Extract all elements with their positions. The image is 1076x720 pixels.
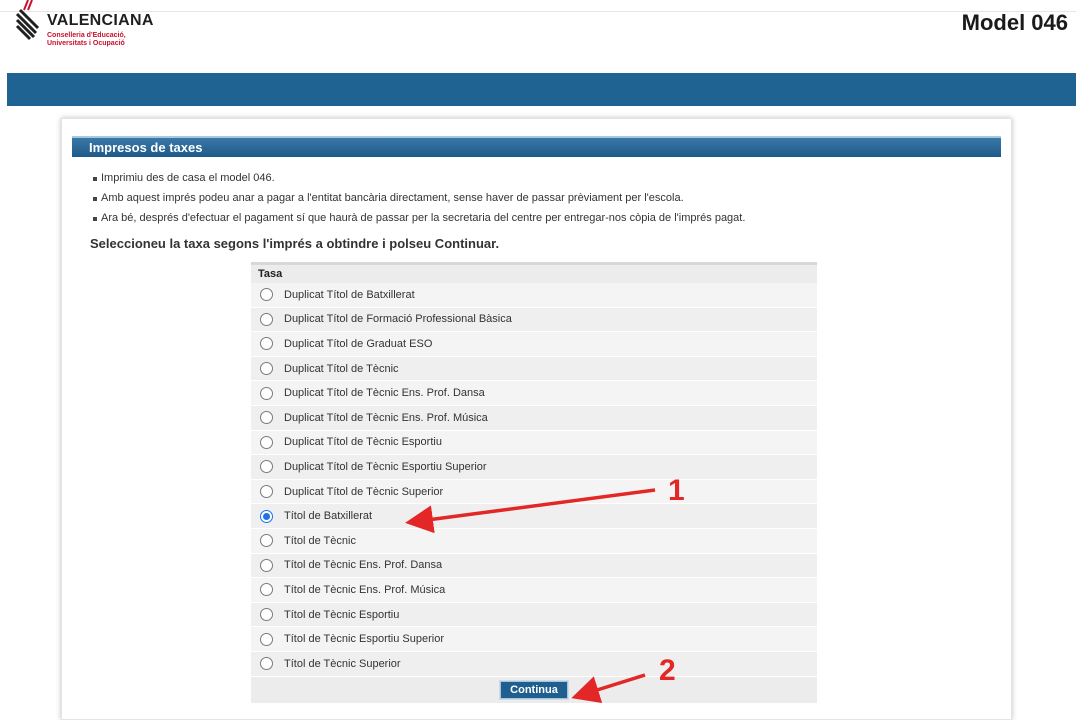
tasa-option-row[interactable]: Duplicat Títol de Tècnic Esportiu Superi… bbox=[251, 455, 817, 480]
radio-icon[interactable] bbox=[260, 558, 273, 572]
blue-banner bbox=[7, 73, 1076, 106]
logo-subtitle: Conselleria d'Educació, Universitats i O… bbox=[47, 32, 126, 48]
button-row: Continua bbox=[251, 676, 817, 703]
radio-icon[interactable] bbox=[260, 583, 273, 597]
radio-icon[interactable] bbox=[260, 337, 273, 351]
logo-subtitle-line1: Conselleria d'Educació, bbox=[47, 32, 126, 39]
tasa-option-label: Duplicat Títol de Tècnic Ens. Prof. Dans… bbox=[284, 387, 485, 400]
tasa-table: Tasa Duplicat Títol de Batxillerat Duplic… bbox=[251, 262, 817, 703]
tasa-option-row[interactable]: Duplicat Títol de Tècnic Esportiu bbox=[251, 430, 817, 456]
logo-name: VALENCIANA bbox=[47, 12, 154, 29]
model-title: Model 046 bbox=[961, 10, 1068, 35]
tasa-option-label: Títol de Tècnic Ens. Prof. Música bbox=[284, 583, 446, 596]
tasa-option-label: Títol de Tècnic Superior bbox=[284, 657, 401, 670]
site-header: VALENCIANA Conselleria d'Educació, Unive… bbox=[0, 0, 1076, 74]
tasa-option-row[interactable]: Duplicat Títol de Graduat ESO bbox=[251, 332, 817, 357]
radio-icon[interactable] bbox=[260, 362, 273, 376]
tasa-option-label: Duplicat Títol de Tècnic Esportiu Superi… bbox=[284, 460, 487, 473]
tasa-option-row[interactable]: Duplicat Títol de Tècnic Ens. Prof. Dans… bbox=[251, 381, 817, 406]
info-item: Ara bé, després d'efectuar el pagament s… bbox=[93, 208, 745, 228]
tasa-option-label: Duplicat Títol de Tècnic Superior bbox=[284, 485, 444, 498]
tasa-option-label: Títol de Batxillerat bbox=[284, 510, 373, 523]
panel-title: Impresos de taxes bbox=[89, 140, 203, 155]
radio-selected-icon[interactable] bbox=[260, 509, 273, 523]
tasa-option-row[interactable]: Títol de Tècnic Esportiu bbox=[251, 602, 817, 628]
tasa-option-row[interactable]: Títol de Tècnic Esportiu Superior bbox=[251, 627, 817, 652]
radio-icon[interactable] bbox=[260, 657, 273, 671]
gva-logo-icon bbox=[15, 0, 40, 41]
continua-button[interactable]: Continua bbox=[500, 680, 568, 699]
info-list: Imprimiu des de casa el model 046. Amb a… bbox=[93, 168, 745, 228]
tasa-option-label: Títol de Tècnic Esportiu Superior bbox=[284, 633, 444, 646]
radio-icon[interactable] bbox=[260, 534, 273, 548]
radio-icon[interactable] bbox=[260, 460, 273, 474]
instruction-text: Seleccioneu la taxa segons l'imprés a ob… bbox=[90, 236, 500, 251]
tasa-option-label: Duplicat Títol de Formació Professional … bbox=[284, 313, 512, 326]
gva-logo[interactable]: VALENCIANA Conselleria d'Educació, Unive… bbox=[14, 0, 214, 70]
tasa-option-label: Títol de Tècnic Ens. Prof. Dansa bbox=[284, 559, 443, 572]
radio-icon[interactable] bbox=[260, 435, 273, 449]
radio-icon[interactable] bbox=[260, 608, 273, 622]
radio-icon[interactable] bbox=[260, 632, 273, 646]
tasa-option-row[interactable]: Títol de Tècnic Ens. Prof. Música bbox=[251, 578, 817, 603]
radio-icon[interactable] bbox=[260, 386, 273, 400]
tasa-option-row[interactable]: Duplicat Títol de Formació Professional … bbox=[251, 307, 817, 333]
tasa-option-label: Duplicat Títol de Tècnic bbox=[284, 362, 399, 375]
info-item: Imprimiu des de casa el model 046. bbox=[93, 168, 745, 188]
panel-header: Impresos de taxes bbox=[72, 136, 1001, 157]
radio-icon[interactable] bbox=[260, 288, 273, 302]
tasa-option-row[interactable]: Duplicat Títol de Tècnic bbox=[251, 356, 817, 382]
tasa-option-label: Duplicat Títol de Tècnic Esportiu bbox=[284, 436, 442, 449]
tasa-option-label: Duplicat Títol de Tècnic Ens. Prof. Músi… bbox=[284, 411, 488, 424]
tasa-option-row[interactable]: Títol de Tècnic Superior bbox=[251, 651, 817, 677]
tasa-option-row[interactable]: Duplicat Títol de Tècnic Ens. Prof. Músi… bbox=[251, 405, 817, 431]
tasa-option-row[interactable]: Títol de Batxillerat bbox=[251, 504, 817, 529]
radio-icon[interactable] bbox=[260, 485, 273, 499]
logo-subtitle-line2: Universitats i Ocupació bbox=[47, 40, 125, 47]
tasa-option-label: Títol de Tècnic bbox=[284, 534, 356, 547]
radio-icon[interactable] bbox=[260, 312, 273, 326]
tasa-option-row[interactable]: Duplicat Títol de Batxillerat bbox=[251, 283, 817, 308]
table-header: Tasa bbox=[251, 265, 817, 283]
tasa-option-row[interactable]: Títol de Tècnic bbox=[251, 528, 817, 554]
radio-icon[interactable] bbox=[260, 411, 273, 425]
tasa-options: Duplicat Títol de Batxillerat Duplicat Tí… bbox=[251, 283, 817, 677]
tasa-option-row[interactable]: Títol de Tècnic Ens. Prof. Dansa bbox=[251, 553, 817, 579]
tasa-option-row[interactable]: Duplicat Títol de Tècnic Superior bbox=[251, 479, 817, 505]
taxes-panel: Impresos de taxes Imprimiu des de casa e… bbox=[61, 118, 1012, 720]
info-item: Amb aquest imprés podeu anar a pagar a l… bbox=[93, 188, 745, 208]
tasa-option-label: Duplicat Títol de Batxillerat bbox=[284, 288, 415, 301]
tasa-option-label: Títol de Tècnic Esportiu bbox=[284, 608, 400, 621]
tasa-option-label: Duplicat Títol de Graduat ESO bbox=[284, 337, 433, 350]
